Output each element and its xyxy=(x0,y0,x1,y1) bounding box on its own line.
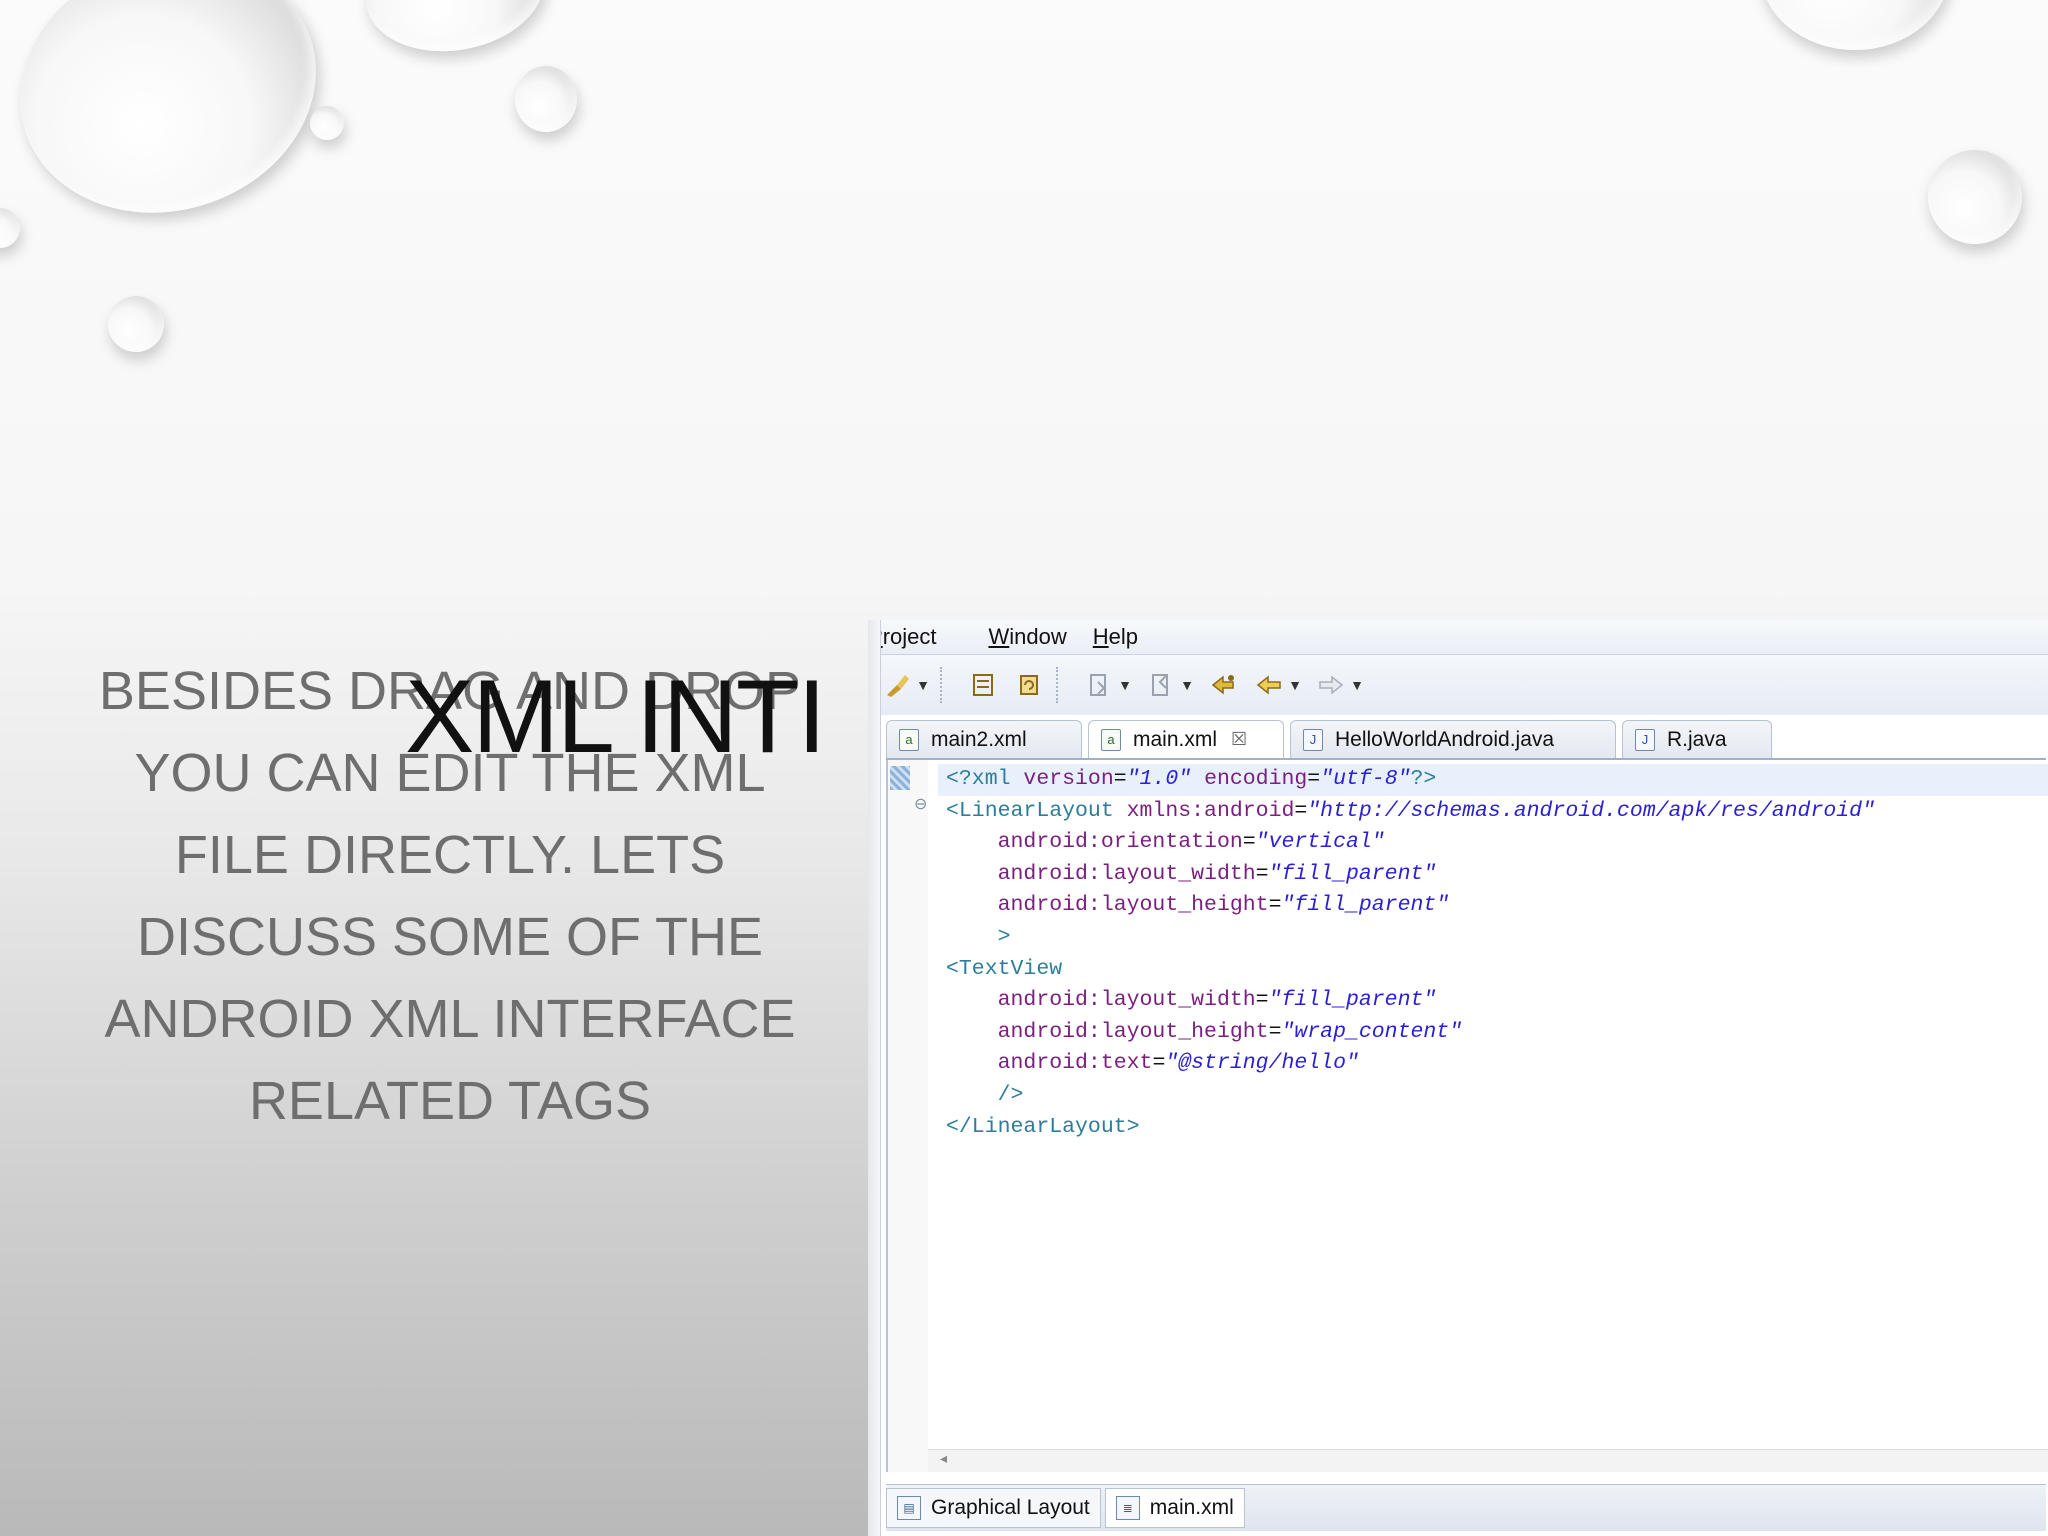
code-line[interactable]: android:layout_width="fill_parent" xyxy=(946,985,2048,1017)
code-line[interactable]: <TextView xyxy=(946,954,2048,986)
new-layout-icon[interactable] xyxy=(966,668,1000,702)
code-line[interactable]: </LinearLayout> xyxy=(946,1112,2048,1144)
dropdown-icon[interactable]: ▼ xyxy=(1118,668,1132,702)
tab-label: Graphical Layout xyxy=(931,1496,1090,1519)
body-line: ANDROID XML INTERFACE xyxy=(104,989,796,1049)
close-icon[interactable]: ☒ xyxy=(1231,729,1247,750)
tab-main2-xml[interactable]: a main2.xml xyxy=(886,720,1082,758)
water-drop xyxy=(1928,150,2022,244)
refresh-icon[interactable] xyxy=(1012,668,1046,702)
code-line[interactable]: android:text="@string/hello" xyxy=(946,1048,2048,1080)
tab-label: main2.xml xyxy=(931,727,1027,751)
code-line[interactable]: android:layout_width="fill_parent" xyxy=(946,859,2048,891)
toolbar-separator xyxy=(1056,667,1060,703)
code-line[interactable]: android:layout_height="fill_parent" xyxy=(946,890,2048,922)
tab-r-java[interactable]: J R.java xyxy=(1622,720,1772,758)
dropdown-icon[interactable]: ▼ xyxy=(1180,668,1194,702)
tab-label: main.xml xyxy=(1133,727,1218,751)
xml-file-icon: a xyxy=(899,728,919,751)
slide-title: XML INTI xyxy=(405,659,826,775)
water-drop xyxy=(0,0,350,251)
collapse-icon[interactable]: ⊖ xyxy=(914,794,927,814)
tab-label: main.xml xyxy=(1149,1496,1234,1519)
water-drop xyxy=(108,296,164,352)
tab-label: HelloWorldAndroid.java xyxy=(1335,727,1555,751)
body-line: DISCUSS SOME OF THE xyxy=(136,907,764,967)
code-line[interactable]: > xyxy=(946,922,2048,954)
editor-mode-tabs: ▤ Graphical Layout ≣ main.xml xyxy=(886,1484,2046,1531)
water-drop xyxy=(355,0,555,65)
code-line[interactable]: <?xml version="1.0" encoding="utf-8"?> xyxy=(938,764,2048,796)
code-line[interactable]: <LinearLayout xmlns:android="http://sche… xyxy=(946,796,2048,828)
water-drop xyxy=(310,106,344,140)
eclipse-window: Project Window Help ▼ ▼ ▼ ▼ xyxy=(868,620,2048,1536)
menu-bar: Project Window Help xyxy=(868,620,2048,655)
xml-source-icon: ≣ xyxy=(1115,1496,1140,1520)
view-border xyxy=(868,620,881,1536)
back-icon[interactable] xyxy=(1252,668,1286,702)
layout-icon: ▤ xyxy=(897,1496,921,1520)
water-drop xyxy=(515,66,577,132)
xml-code-editor[interactable]: ⊖ <?xml version="1.0" encoding="utf-8"?>… xyxy=(886,760,2048,1472)
dropdown-icon[interactable]: ▼ xyxy=(1350,668,1364,702)
code-line[interactable]: android:layout_height="wrap_content" xyxy=(946,1017,2048,1049)
java-file-icon: J xyxy=(1303,728,1323,751)
tab-graphical-layout[interactable]: ▤ Graphical Layout xyxy=(886,1488,1101,1528)
dropdown-icon[interactable]: ▼ xyxy=(916,668,930,702)
prev-annotation-icon[interactable] xyxy=(1144,668,1178,702)
code-line[interactable]: android:orientation="vertical" xyxy=(946,827,2048,859)
water-drop xyxy=(0,208,20,248)
xml-file-icon: a xyxy=(1101,728,1121,751)
code-line[interactable]: /> xyxy=(946,1080,2048,1112)
tab-helloworldandroid-java[interactable]: J HelloWorldAndroid.java xyxy=(1290,720,1616,758)
next-annotation-icon[interactable] xyxy=(1082,668,1116,702)
toolbar-separator xyxy=(940,667,944,703)
toolbar: ▼ ▼ ▼ ▼ ▼ xyxy=(868,655,2048,715)
scroll-left-icon[interactable]: ◂ xyxy=(940,1450,947,1466)
body-line: RELATED TAGS xyxy=(248,1071,652,1131)
last-edit-icon[interactable] xyxy=(1206,668,1240,702)
menu-window[interactable]: Window xyxy=(988,624,1066,650)
editor-tabs: a main2.xml a main.xml ☒ J HelloWorldAnd… xyxy=(886,716,2046,760)
code-text[interactable]: <?xml version="1.0" encoding="utf-8"?> <L… xyxy=(938,764,2048,1144)
forward-icon[interactable] xyxy=(1314,668,1348,702)
run-icon[interactable] xyxy=(880,668,914,702)
tab-main-xml-source[interactable]: ≣ main.xml xyxy=(1104,1488,1245,1528)
horizontal-scrollbar[interactable]: ◂ xyxy=(928,1449,2048,1472)
tab-main-xml[interactable]: a main.xml ☒ xyxy=(1088,720,1284,758)
water-drop xyxy=(1760,0,1950,50)
java-file-icon: J xyxy=(1635,728,1655,751)
menu-project[interactable]: Project xyxy=(868,624,962,650)
body-line: FILE DIRECTLY. LETS xyxy=(174,825,726,885)
editor-gutter: ⊖ xyxy=(888,760,928,1472)
dropdown-icon[interactable]: ▼ xyxy=(1288,668,1302,702)
annotation-marker xyxy=(890,766,910,790)
menu-help[interactable]: Help xyxy=(1093,624,1138,650)
tab-label: R.java xyxy=(1667,727,1727,751)
